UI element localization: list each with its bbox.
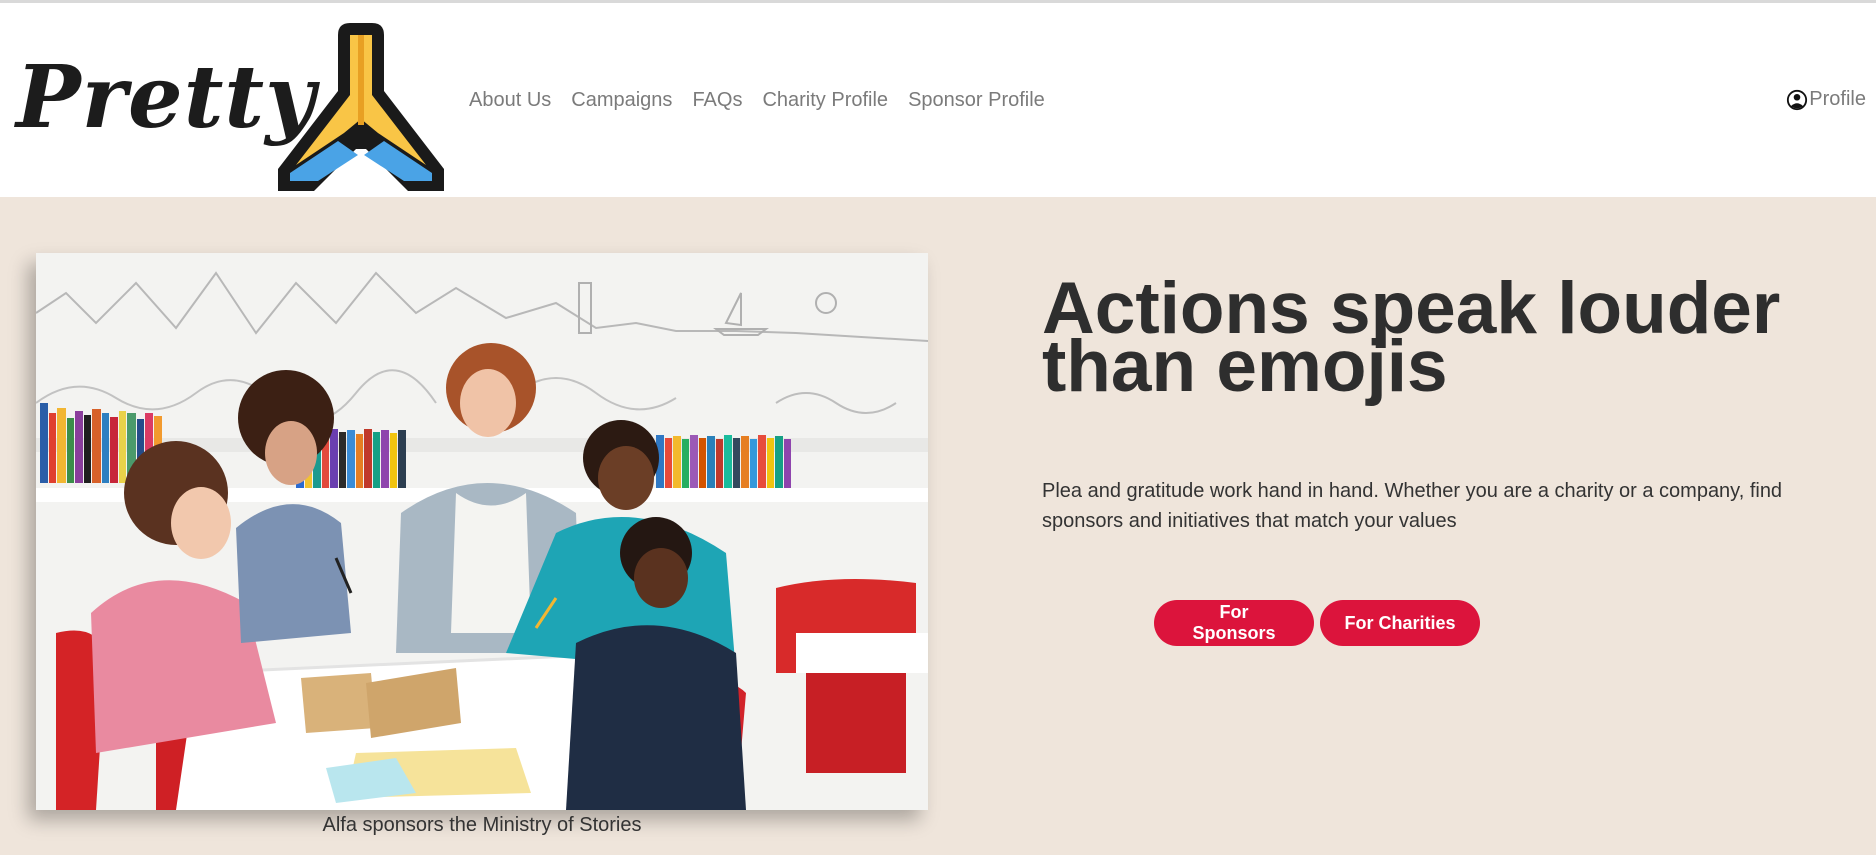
hero-description: Plea and gratitude work hand in hand. Wh… — [1042, 480, 1783, 532]
site-header: Pretty About Us Campaigns FAQs Charity P… — [0, 3, 1876, 197]
nav-charity-profile[interactable]: Charity Profile — [762, 89, 888, 112]
hero-section: Alfa sponsors the Ministry of Stories Ac… — [0, 197, 1876, 855]
classroom-illustration — [36, 253, 928, 810]
user-circle-icon — [1787, 89, 1808, 111]
praying-hands-icon — [278, 23, 444, 191]
nav-faqs[interactable]: FAQs — [692, 89, 742, 112]
nav-sponsor-profile[interactable]: Sponsor Profile — [908, 89, 1045, 112]
nav-about-us[interactable]: About Us — [469, 89, 551, 112]
hero-headline: Actions speak louder than emojis — [1042, 268, 1781, 407]
brand-logo-link[interactable]: Pretty — [16, 21, 444, 193]
nav-campaigns[interactable]: Campaigns — [571, 89, 672, 112]
for-sponsors-button[interactable]: For Sponsors — [1154, 600, 1314, 646]
main-nav: About Us Campaigns FAQs Charity Profile … — [469, 89, 1065, 112]
profile-link[interactable]: Profile — [1786, 87, 1866, 111]
hero-photo — [36, 253, 928, 810]
profile-label: Profile — [1809, 87, 1866, 110]
for-charities-button[interactable]: For Charities — [1320, 600, 1480, 646]
image-caption: Alfa sponsors the Ministry of Stories — [322, 814, 642, 836]
